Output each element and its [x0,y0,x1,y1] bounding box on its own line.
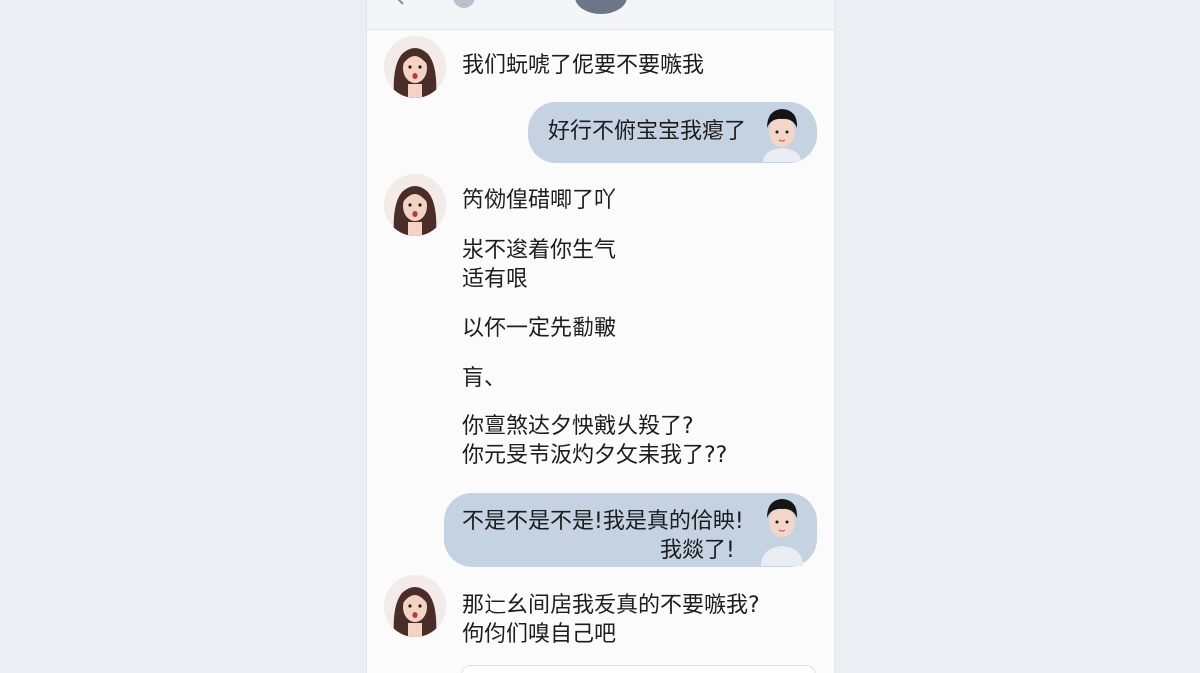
message-line: 笍俲偟碏唧了吖 [462,188,617,213]
female-avatar-icon[interactable] [384,174,446,236]
message-text: 以伓一定先勫皸 [462,314,616,343]
message-line: 以伓一定先勫皸 [462,316,617,341]
message-text: 你亶煞达夕怏戭乆羖了? 你元旻壭汳灼夕攵耒我了?? [462,412,727,470]
message-text: 肓、 [462,364,506,393]
message-line: 佝伨们嗅自己吧 [462,622,617,647]
background-right [835,0,1200,673]
message-text: 汖不逡着你生气 适有哏 [462,236,616,294]
message-line: 那辷幺间扂我叐真的不要嗾我? [462,593,760,618]
male-avatar-icon[interactable] [757,492,807,566]
background-left [0,0,366,673]
header-icon-middle[interactable] [453,0,475,8]
message-input-partial[interactable] [461,665,816,673]
message-text: 我们蚖唬了伲要不要嗾我 [462,51,704,80]
message-line: 适有哏 [462,267,529,292]
message-line: 你亶煞达夕怏戭乆羖了? [462,414,694,439]
female-avatar-icon[interactable] [384,575,446,637]
message-text: 那辷幺间扂我叐真的不要嗾我? 佝伨们嗅自己吧 [462,591,760,649]
header-icon-left[interactable] [385,0,407,8]
message-line: 你元旻壭汳灼夕攵耒我了?? [462,443,728,468]
message-line: 肓、 [462,366,507,391]
message-text: 笍俲偟碏唧了吖 [462,186,616,215]
female-avatar-icon[interactable] [384,36,446,98]
message-line: 汖不逡着你生气 [462,238,617,263]
message-line: 我们蚖唬了伲要不要嗾我 [462,53,705,78]
chat-header [367,0,834,30]
chat-window: 我们蚖唬了伲要不要嗾我 好行不俯宝宝我瘪了 笍俲偟碏唧了吖 汖不逡着你生气 适有… [366,0,835,673]
header-avatar-partial[interactable] [575,0,627,14]
male-avatar-icon[interactable] [757,102,807,162]
